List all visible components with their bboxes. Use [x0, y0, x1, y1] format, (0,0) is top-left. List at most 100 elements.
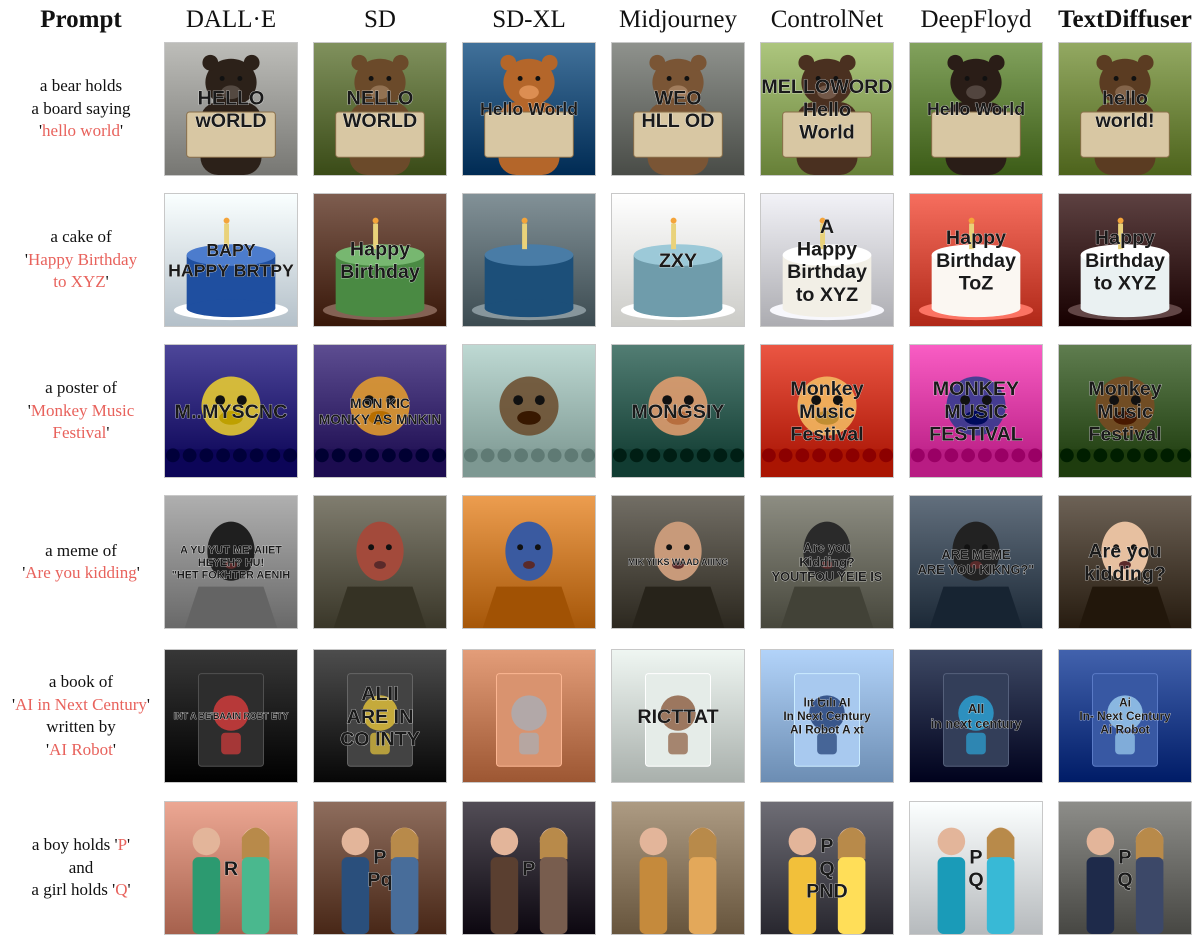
- generated-image-midjourney: [611, 801, 745, 935]
- generated-image-controlnet: Are you Kidding? YOUTFOU YEIE IS: [760, 495, 894, 629]
- generated-text: Happy: [946, 227, 1006, 249]
- generated-text: AII: [968, 701, 984, 716]
- generated-text: ARE YOU KIKNG?": [918, 562, 1035, 577]
- generated-text: World: [799, 122, 854, 144]
- generated-text: M..MYSCNC: [175, 401, 288, 423]
- generated-image-textdiffuser: Are you kidding?: [1058, 495, 1192, 629]
- generated-text: P: [373, 847, 386, 869]
- generated-text: Are you: [803, 540, 851, 555]
- prompt-keyword: Q: [115, 880, 128, 900]
- prompt-keyword: hello world: [42, 121, 120, 141]
- generated-text: hello: [1102, 88, 1148, 110]
- generated-text: HLL OD: [642, 110, 715, 132]
- generated-text: MONKEY: [933, 378, 1019, 400]
- generated-image-textdiffuser: Monkey Music Festival: [1058, 344, 1192, 478]
- generated-image-dall-e: BAPY HAPPY BRTPY: [164, 193, 298, 327]
- model-header-controlnet: ControlNet: [770, 6, 884, 33]
- generated-text: Festival: [1088, 424, 1161, 446]
- book-illustration: [496, 673, 562, 767]
- generated-text: Happy: [797, 239, 857, 261]
- prompt-fragment: a book of: [48, 672, 114, 691]
- generated-text: Happy: [1095, 227, 1155, 249]
- prompt-fragment: a girl holds ': [31, 880, 116, 900]
- generated-image-sd-xl: [462, 193, 596, 327]
- prompt-fragment: a poster of: [45, 378, 117, 398]
- generated-image-deepfloyd: ARE MEME ARE YOU KIKNG?": [909, 495, 1043, 629]
- generated-image-sd-xl: [462, 344, 596, 478]
- prompt-fragment: a board saying: [31, 98, 131, 118]
- generated-text: BAPY: [206, 240, 255, 260]
- generated-text: world!: [1094, 110, 1154, 132]
- generated-image-midjourney: WEO HLL OD: [611, 42, 745, 176]
- model-header-textdiffuser: TextDiffuser: [1058, 6, 1192, 33]
- generated-text: Kidding?: [799, 554, 855, 569]
- prompt-text: a poster of 'Monkey Music Festival': [0, 377, 162, 445]
- generated-image-deepfloyd: AII in next century: [909, 649, 1043, 783]
- generated-text: MONGSIY: [632, 401, 725, 423]
- prompt-fragment: ': [146, 694, 150, 714]
- generated-image-sd-xl: [462, 495, 596, 629]
- generated-text: Ai Robot: [1100, 723, 1149, 737]
- generated-image-textdiffuser: Happy Birthday to XYZ: [1058, 193, 1192, 327]
- prompt-keyword: AI in Next Century: [15, 694, 147, 714]
- prompt-fragment: ': [105, 272, 109, 292]
- generated-text: Festival: [790, 424, 863, 446]
- model-header-sdxl: SD-XL: [492, 6, 566, 33]
- generated-image-sd: MON KIC MONKY AS MNKIN: [313, 344, 447, 478]
- model-header-deepfloyd: DeepFloyd: [920, 6, 1032, 33]
- prompt-column-header: Prompt: [40, 6, 122, 33]
- generated-text: WEO: [654, 88, 701, 110]
- generated-image-dall-e: M..MYSCNC: [164, 344, 298, 478]
- prompt-keyword: Festival: [52, 423, 107, 443]
- model-header-dalle: DALL·E: [185, 6, 277, 33]
- prompt-fragment: ': [127, 835, 131, 855]
- generated-text: kidding?: [1084, 563, 1166, 585]
- prompt-text: a meme of 'Are you kidding': [0, 540, 162, 585]
- generated-text: R: [224, 858, 238, 880]
- generated-text: Music: [1097, 401, 1153, 423]
- generated-image-midjourney: MONGSIY: [611, 344, 745, 478]
- generated-text: Q: [819, 858, 834, 880]
- generated-text: MON KIC: [350, 396, 410, 411]
- generated-text: A YU YUT ME' AIIET: [180, 544, 282, 556]
- prompt-keyword: Monkey Music: [30, 400, 135, 420]
- prompt-text: a bear holds a board saying'hello world': [0, 75, 162, 143]
- generated-text: lıt Եılı AI: [804, 696, 851, 710]
- generated-text: Pq: [367, 869, 392, 891]
- generated-image-deepfloyd: PQ: [909, 801, 1043, 935]
- generated-text: Birthday: [936, 250, 1016, 272]
- generated-text: HEYEH? HU!: [198, 557, 264, 569]
- generated-image-midjourney: RICTTAT: [611, 649, 745, 783]
- generated-image-dall-e: R: [164, 801, 298, 935]
- prompt-fragment: a meme of: [45, 540, 117, 560]
- generated-text: FESTIVAL: [929, 424, 1023, 446]
- generated-text: in next century: [930, 716, 1022, 731]
- generated-text: MONKY AS MNKIN: [319, 412, 442, 427]
- generated-text: HELLO: [198, 88, 265, 110]
- generated-text: AI Robot A xt: [790, 723, 864, 737]
- generated-text: Birthday: [340, 261, 420, 283]
- generated-text: CO INTY: [340, 729, 420, 751]
- generated-image-sd: ALII ARE IN CO INTY: [313, 649, 447, 783]
- generated-image-controlnet: P Q PND: [760, 801, 894, 935]
- prompt-fragment: ': [106, 423, 110, 443]
- generated-text: INT A BE'BAAIN ROBT ETY: [174, 711, 289, 721]
- generated-image-controlnet: Monkey Music Festival: [760, 344, 894, 478]
- generated-text: P: [522, 858, 535, 880]
- generated-text: Hello World: [480, 99, 578, 119]
- generated-image-controlnet: A Happy Birthday to XYZ: [760, 193, 894, 327]
- generated-text: Monkey: [1088, 378, 1161, 400]
- generated-text: Hello World: [927, 99, 1025, 119]
- generated-text: PND: [806, 881, 848, 903]
- generated-text: P: [1118, 847, 1131, 869]
- generated-text: HAPPY BRTPY: [168, 260, 294, 280]
- generated-image-controlnet: MELLOWORD Hello World: [760, 42, 894, 176]
- generated-text: WORLD: [343, 110, 417, 132]
- model-header-sd: SD: [364, 6, 396, 33]
- prompt-fragment: a cake of: [50, 227, 112, 247]
- generated-image-sd-xl: Hello World: [462, 42, 596, 176]
- generated-image-deepfloyd: Happy Birthday ToZ: [909, 193, 1043, 327]
- model-header-midjourney: Midjourney: [618, 6, 738, 33]
- prompt-fragment: ': [127, 880, 131, 900]
- generated-text: Birthday: [1085, 250, 1165, 272]
